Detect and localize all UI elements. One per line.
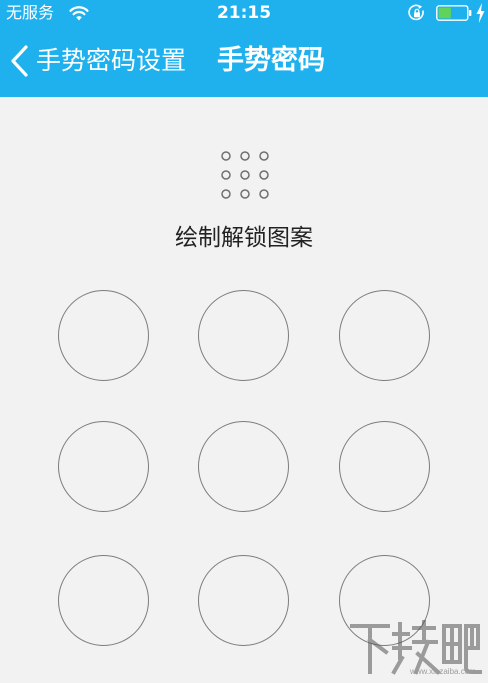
gesture-node-7[interactable] <box>58 555 149 646</box>
charging-bolt-icon <box>476 3 485 23</box>
nav-bar: 手势密码设置 手势密码 <box>0 28 488 97</box>
gesture-node-2[interactable] <box>198 290 289 381</box>
watermark-logo: www.xiazaiba.com <box>350 620 482 676</box>
draw-pattern-prompt: 绘制解锁图案 <box>175 225 313 251</box>
gesture-node-6[interactable] <box>339 421 430 512</box>
gesture-node-3[interactable] <box>339 290 430 381</box>
page-title: 手势密码 <box>217 45 325 76</box>
top-bar: 无服务 21:15 手势密码设置 手势密码 <box>0 0 488 97</box>
gesture-node-4[interactable] <box>58 421 149 512</box>
gesture-node-8[interactable] <box>198 555 289 646</box>
watermark-url: www.xiazaiba.com <box>409 667 476 676</box>
battery-icon <box>436 5 472 21</box>
gesture-node-1[interactable] <box>58 290 149 381</box>
chevron-left-icon[interactable] <box>8 44 30 78</box>
rotation-lock-icon <box>408 4 424 21</box>
status-bar: 无服务 21:15 <box>0 0 488 28</box>
gesture-node-5[interactable] <box>198 421 289 512</box>
back-button[interactable]: 手势密码设置 <box>36 45 186 77</box>
pattern-preview-icon <box>221 151 269 199</box>
